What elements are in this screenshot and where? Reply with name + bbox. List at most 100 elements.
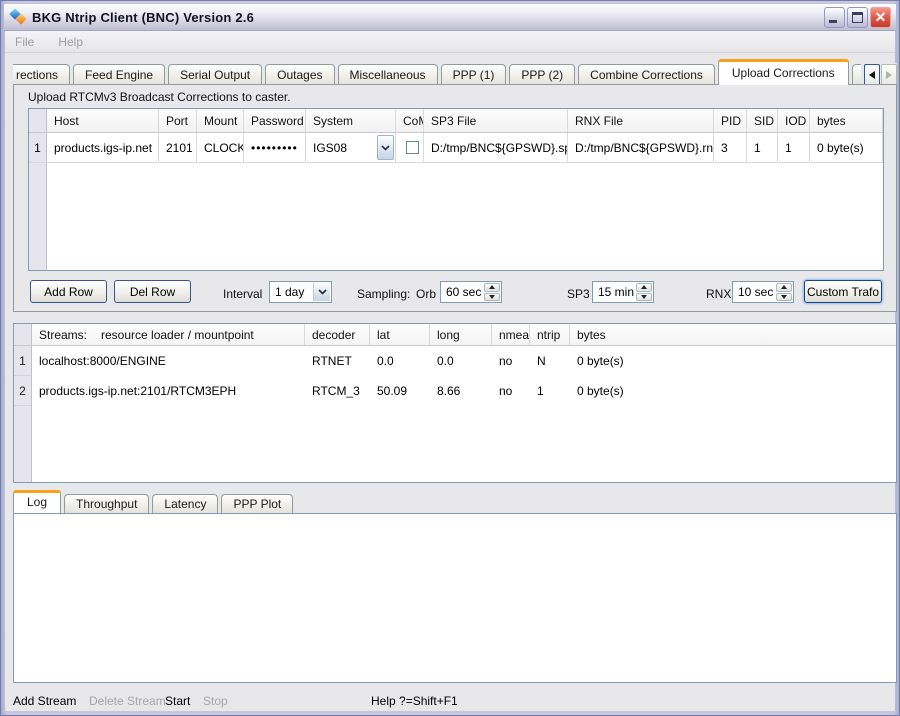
mount-cell[interactable]: CLOCK [197,133,244,163]
com-checkbox[interactable] [406,141,419,154]
ntrip-cell: N [530,346,570,376]
tab-upload-corrections[interactable]: Upload Corrections [718,59,849,85]
del-row-button[interactable]: Del Row [114,280,191,303]
tab-throughput[interactable]: Throughput [64,494,149,513]
orb-spinbox[interactable]: 60 sec [440,281,502,303]
scroll-right-icon [886,71,892,79]
col-header-ntrip: ntrip [530,324,570,345]
stream-row[interactable]: localhost:8000/ENGINE RTNET 0.0 0.0 no N… [32,346,896,376]
maximize-icon [852,12,863,23]
col-header-nmea: nmea [492,324,530,345]
col-header-rownum [29,109,47,132]
sp3-spinbox[interactable]: 15 min [592,281,654,303]
tab-outages[interactable]: Outages [265,64,334,85]
interval-dropdown-button[interactable] [313,283,330,301]
decoder-cell: RTCM_3 [305,376,370,406]
bytes-cell: 0 byte(s) [570,376,896,406]
delete-stream-action[interactable]: Delete Stream [89,689,166,713]
title-bar[interactable]: BKG Ntrip Client (BNC) Version 2.6 ✕ [4,4,896,31]
col-header-rnx-file: RNX File [568,109,714,132]
col-header-password: Password [244,109,306,132]
col-header-lat: lat [370,324,430,345]
tab-serial-output[interactable]: Serial Output [168,64,262,85]
streams-table-body: 1 2 localhost:8000/ENGINE RTNET 0.0 0.0 … [14,346,896,482]
col-header-bytes: bytes [570,324,896,345]
spin-down-button[interactable] [776,293,792,302]
arrow-up-icon [781,285,787,289]
iod-cell[interactable]: 1 [778,133,810,163]
mountpoint-header-label: resource loader / mountpoint [101,328,254,342]
pid-cell[interactable]: 3 [714,133,747,163]
tab-ppp-2[interactable]: PPP (2) [509,64,575,85]
spin-down-button[interactable] [636,293,652,302]
col-header-long: long [430,324,492,345]
bytes-cell: 0 byte(s) [810,133,883,163]
orb-spin-buttons [484,283,500,301]
spin-up-button[interactable] [776,283,792,292]
tab-combine-corrections[interactable]: Combine Corrections [578,64,715,85]
port-cell[interactable]: 2101 [159,133,197,163]
client-area: rections Feed Engine Serial Output Outag… [5,53,895,711]
rnx-label: RNX [706,283,731,305]
close-button[interactable]: ✕ [870,7,891,28]
orb-label: Orb [416,283,436,305]
tab-scroll-right-button[interactable] [881,64,897,85]
log-panel[interactable] [13,513,897,683]
maximize-button[interactable] [847,7,868,28]
sp3-label: SP3 [567,283,590,305]
rnx-value: 10 sec [738,285,773,299]
spin-up-button[interactable] [484,283,500,292]
add-stream-action[interactable]: Add Stream [13,689,76,713]
col-header-pid: PID [714,109,747,132]
arrow-down-icon [641,295,647,299]
row-number: 1 [29,133,47,163]
streams-table: Streams: resource loader / mountpoint de… [13,323,897,483]
host-cell[interactable]: products.igs-ip.net [47,133,159,163]
sp3-file-cell[interactable]: D:/tmp/BNC${GPSWD}.sp3 [424,133,568,163]
tab-miscellaneous[interactable]: Miscellaneous [338,64,438,85]
add-row-button[interactable]: Add Row [30,280,107,303]
menu-file[interactable]: File [15,35,34,49]
arrow-down-icon [489,295,495,299]
upload-table: Host Port Mount Password System CoM SP3 … [28,108,884,271]
tab-latency[interactable]: Latency [152,494,218,513]
tab-ppp-1[interactable]: PPP (1) [441,64,507,85]
stream-row[interactable]: products.igs-ip.net:2101/RTCM3EPH RTCM_3… [32,376,896,406]
ntrip-cell: 1 [530,376,570,406]
sp3-spin-buttons [636,283,652,301]
col-header-host: Host [47,109,159,132]
orb-value: 60 sec [446,285,481,299]
tab-scroll-left-button[interactable] [864,64,880,85]
sampling-label: Sampling: [357,283,410,305]
interval-select[interactable]: 1 day [269,281,332,303]
password-cell[interactable]: ••••••••• [244,133,306,163]
spin-up-button[interactable] [636,283,652,292]
rnx-file-cell[interactable]: D:/tmp/BNC${GPSWD}.rnx [568,133,714,163]
col-header-sid: SID [747,109,778,132]
rnx-spin-buttons [776,283,792,301]
tab-feed-engine[interactable]: Feed Engine [73,64,165,85]
tab-ppp-plot[interactable]: PPP Plot [221,494,293,513]
rnx-spinbox[interactable]: 10 sec [732,281,794,303]
custom-trafo-button[interactable]: Custom Trafo [804,280,882,303]
system-value: IGS08 [313,141,347,155]
page-caption: Upload RTCMv3 Broadcast Corrections to c… [28,90,291,104]
lat-cell: 50.09 [370,376,430,406]
main-tab-bar: rections Feed Engine Serial Output Outag… [13,59,897,85]
menu-help[interactable]: Help [58,35,83,49]
minimize-icon [829,20,837,23]
col-header-mount: Mount [197,109,244,132]
tab-log[interactable]: Log [13,490,61,513]
spin-down-button[interactable] [484,293,500,302]
interval-value: 1 day [275,285,304,299]
start-action[interactable]: Start [165,689,190,713]
sid-cell[interactable]: 1 [747,133,778,163]
system-dropdown-button[interactable] [377,135,394,160]
minimize-button[interactable] [824,7,845,28]
stop-action[interactable]: Stop [203,689,228,713]
close-icon: ✕ [871,8,890,27]
lat-cell: 0.0 [370,346,430,376]
nmea-cell: no [492,346,530,376]
tab-corrections[interactable]: rections [13,64,70,85]
system-combobox[interactable]: IGS08 [306,133,396,163]
